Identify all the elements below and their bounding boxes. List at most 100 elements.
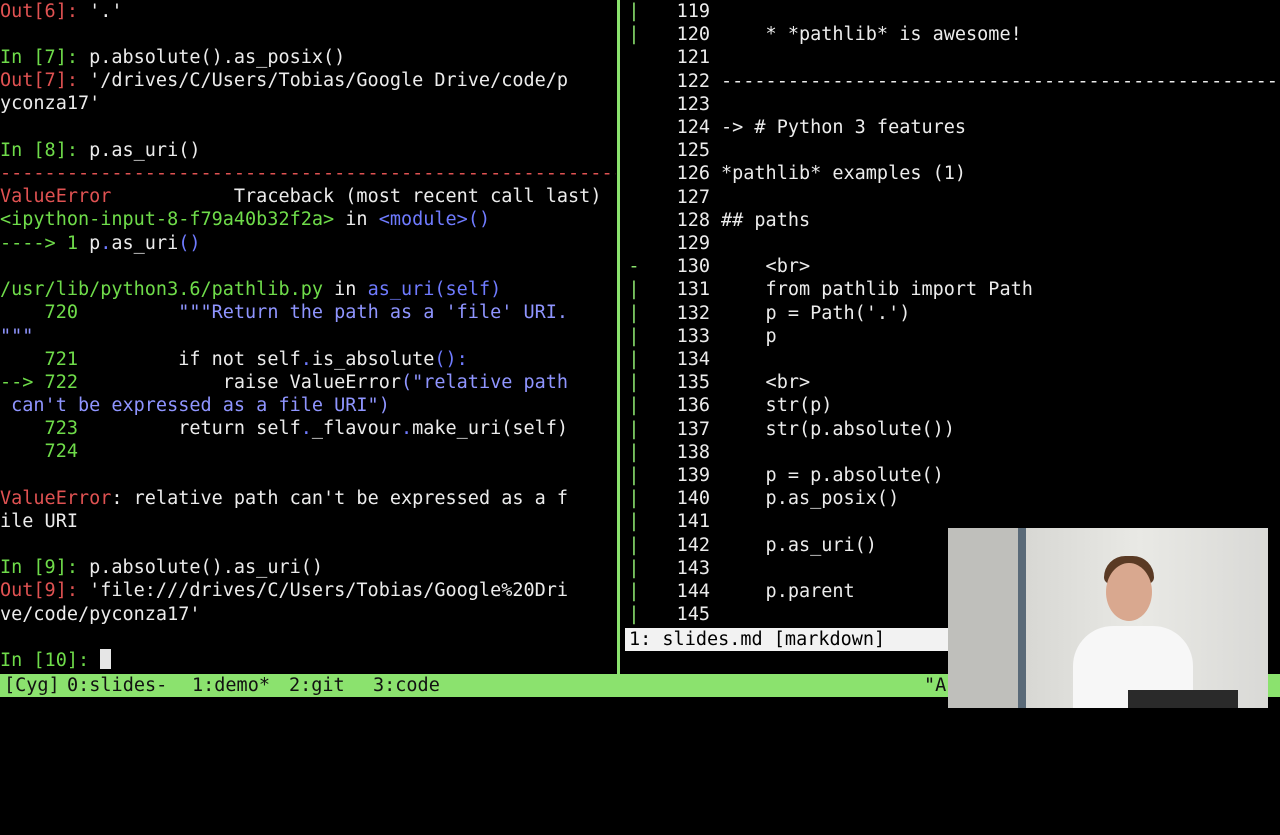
terminal-text-segment: '/drives/C/Users/Tobias/Google Drive/cod… [89,70,569,91]
editor-line-text[interactable]: p = p.absolute() [721,464,944,487]
terminal-text-segment: () [467,209,491,230]
terminal-text-segment: if not self [89,349,301,370]
editor-gutter-marker [624,139,644,162]
editor-status-line: 1: slides.md [markdown] [625,628,948,651]
editor-line-text[interactable]: *pathlib* examples (1) [721,162,966,185]
terminal-text-segment: (self) [501,418,569,439]
tmux-window-2[interactable]: 2:git [289,674,345,697]
ipython-terminal-pane[interactable]: Out[6]: '.' In [7]: p.absolute().as_posix… [0,0,616,672]
terminal-line: ile URI [0,510,78,533]
editor-line-text[interactable]: * *pathlib* is awesome! [721,23,1022,46]
speaker-head [1106,563,1152,621]
editor-line-number: 125 [676,140,710,162]
editor-gutter-marker: | [628,372,640,394]
terminal-text-segment: 721 [0,349,90,370]
editor-line-text[interactable]: p [721,325,777,348]
terminal-text-segment: in [334,209,379,230]
terminal-text-segment: as_uri [111,233,179,254]
editor-line-text[interactable]: str(p) [721,394,833,417]
terminal-text-segment: ValueError [0,186,112,207]
terminal-text-segment: raise [89,372,290,393]
terminal-text-segment: 'file:///drives/C/Users/Tobias/Google%20… [89,580,569,601]
terminal-text-segment: . [400,418,413,439]
terminal-text-segment: Traceback (most recent call last) [111,186,602,207]
terminal-text-segment: 720 [0,302,90,323]
editor-gutter-marker [624,46,644,69]
terminal-line: ValueError Traceback (most recent call l… [0,185,601,208]
editor-line-text[interactable]: p = Path('.') [721,302,911,325]
terminal-text-segment: Out[9]: [0,580,90,601]
editor-line-text[interactable]: ----------------------------------------… [721,70,1280,93]
editor-line-text[interactable]: p.as_posix() [721,487,900,510]
editor-line-text[interactable]: <br> [721,371,811,394]
editor-line-number: 137 [676,418,710,440]
terminal-text-segment: p.absolute().as_uri() [89,557,324,578]
editor-line-text[interactable]: from pathlib import Path [721,278,1033,301]
terminal-text-segment: In [9]: [0,557,90,578]
editor-line-text[interactable]: p.as_uri() [721,534,877,557]
editor-line-text[interactable]: str(p.absolute()) [721,418,955,441]
terminal-text-segment: In [7]: [0,47,90,68]
editor-gutter-marker [624,162,644,185]
editor-line-number: 124 [676,117,710,138]
editor-line-number: 133 [676,325,710,347]
editor-line-number: 143 [676,557,710,579]
terminal-text-segment: . [100,233,112,254]
terminal-line: Out[6]: '.' [0,0,123,23]
pane-divider[interactable] [617,0,620,674]
terminal-line: In [7]: p.absolute().as_posix() [0,46,345,69]
tmux-window-0[interactable]: 0:slides- [67,674,167,697]
editor-line-number: 129 [676,233,710,254]
terminal-text-segment: : relative path can't be expressed as a … [111,488,569,509]
speaker-video-overlay [948,528,1268,708]
editor-line-number: 126 [676,163,710,185]
editor-line-number: 119 [676,1,710,22]
terminal-text-segment: _flavour [311,418,401,439]
terminal-text-segment: (): [434,349,468,370]
editor-line-number: 140 [676,488,710,510]
editor-line-text[interactable]: p.parent [721,580,855,603]
editor-gutter-marker: | [628,604,640,626]
editor-line-number: 138 [676,441,710,463]
tmux-window-3[interactable]: 3:code [373,674,440,697]
terminal-text-segment: as_uri [367,279,435,300]
editor-line-number: 131 [676,279,710,301]
editor-line-number: 128 [676,209,710,231]
terminal-text-segment: """Return the path as a 'file' URI. [178,302,569,323]
editor-gutter-marker: | [628,581,640,602]
terminal-text-segment: ----> 1 [0,233,90,254]
terminal-text-segment: Out[7]: [0,70,90,91]
tmux-window-1[interactable]: 1:demo* [192,674,270,697]
terminal-line: ----------------------------------------… [0,162,616,185]
editor-line-number: 136 [676,395,710,417]
editor-gutter-marker [624,209,644,232]
terminal-line: Out[9]: 'file:///drives/C/Users/Tobias/G… [0,579,568,602]
terminal-line: In [10]: [0,649,112,672]
tmux-session-name: [Cyg] [4,675,60,696]
terminal-text-segment: 724 [0,441,90,462]
editor-gutter-marker: | [628,1,640,22]
terminal-cursor[interactable] [100,649,112,669]
terminal-text-segment: In [8]: [0,140,90,161]
editor-line-number: 130 [676,256,710,278]
terminal-text-segment: . [300,418,312,439]
editor-line-text[interactable]: <br> [721,255,811,278]
editor-line-number: 120 [676,24,710,46]
terminal-text-segment: p [89,233,101,254]
editor-line-text[interactable]: ## paths [721,209,810,232]
editor-gutter-marker: | [628,534,640,556]
terminal-line: can't be expressed as a file URI") [0,394,390,417]
editor-gutter-marker: | [628,302,640,324]
editor-line-text[interactable]: -> # Python 3 features [721,116,966,139]
terminal-text-segment: can't be expressed as a file URI") [0,395,390,416]
terminal-line: <ipython-input-8-f79a40b32f2a> in <modul… [0,208,490,231]
editor-line-number: 123 [676,93,710,115]
terminal-text-segment: In [10]: [0,650,101,671]
terminal-line: 720 """Return the path as a 'file' URI. [0,301,569,324]
video-door-edge [1018,528,1026,708]
terminal-text-segment: return self [89,418,301,439]
editor-line-number: 121 [676,47,710,69]
terminal-text-segment: () [178,233,201,254]
video-podium [1128,690,1238,708]
